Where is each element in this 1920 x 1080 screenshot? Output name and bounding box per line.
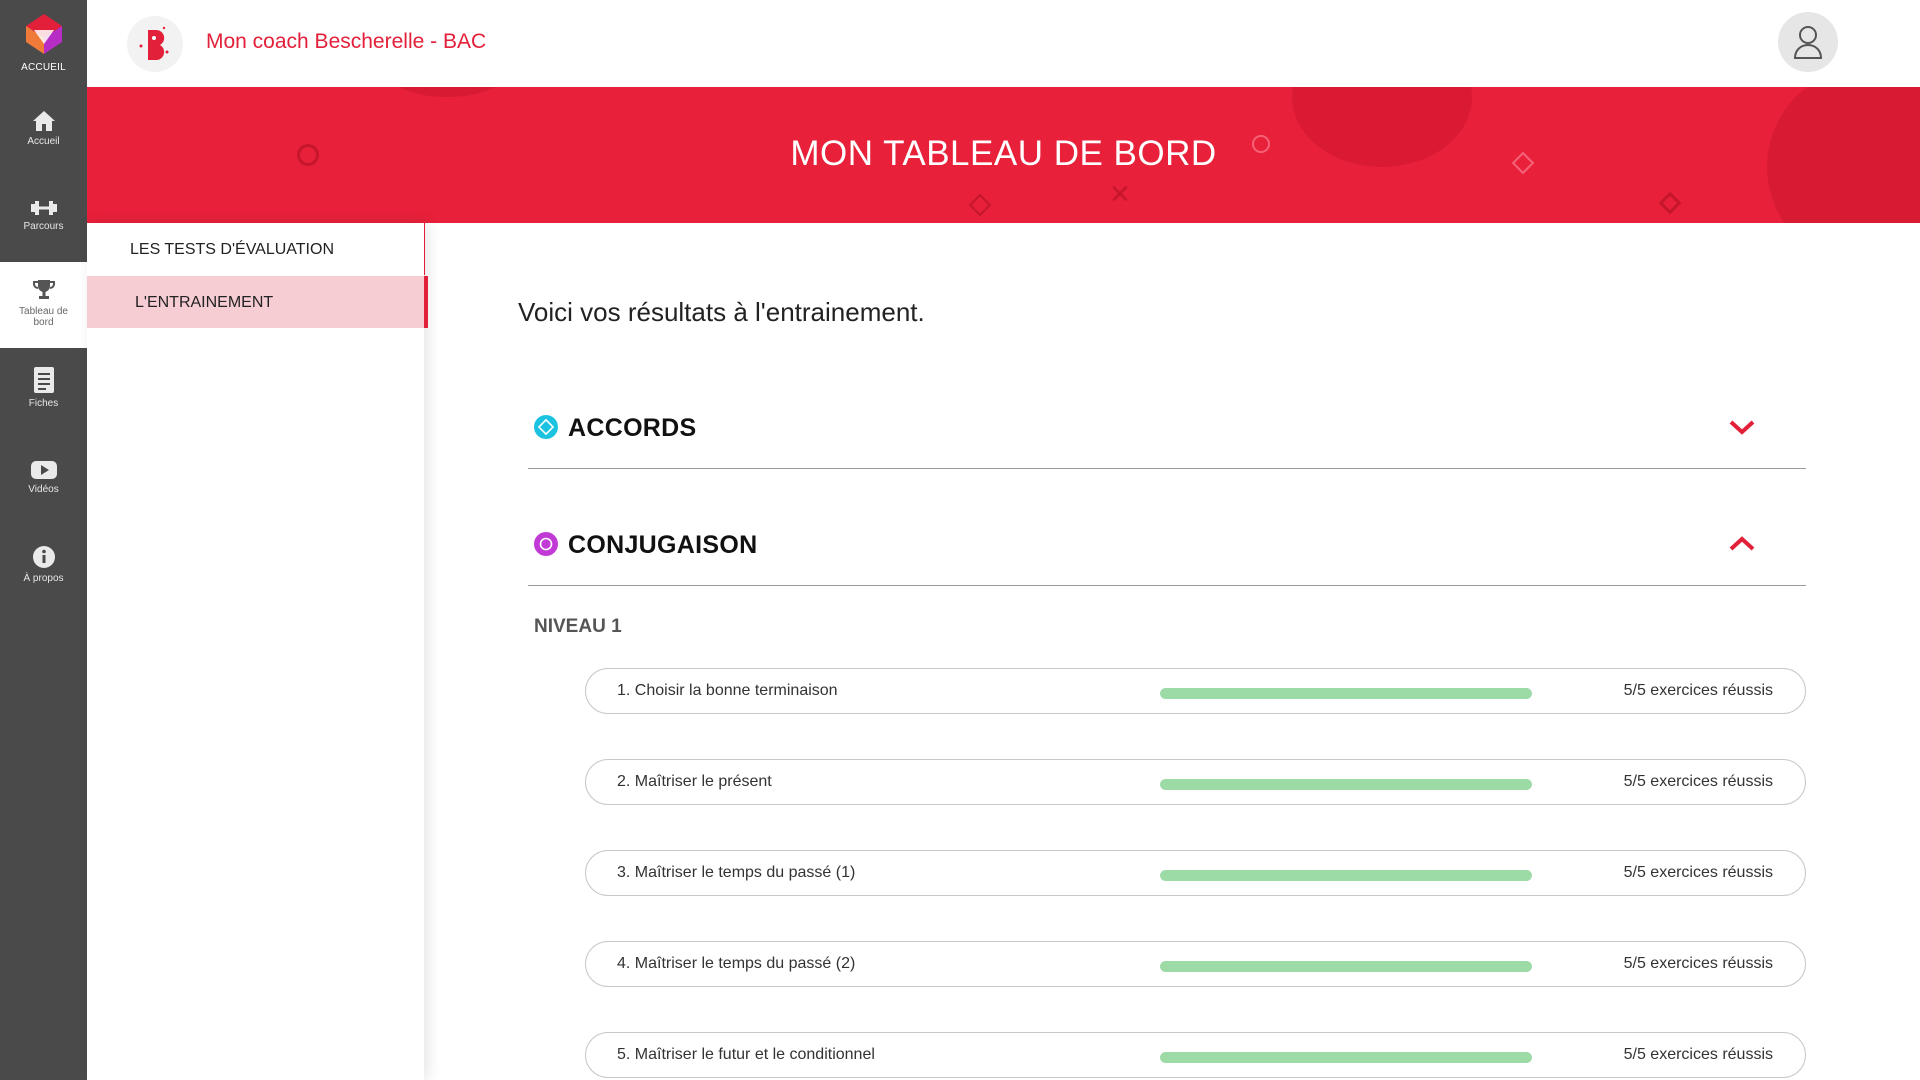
rail-item-label: Accueil — [27, 136, 60, 147]
exercise-row[interactable]: 1. Choisir la bonne terminaison 5/5 exer… — [585, 668, 1806, 714]
menu-item-entrainement[interactable]: L'ENTRAINEMENT — [87, 276, 428, 328]
rail-item-tableau-de-bord[interactable]: Tableau de bord — [0, 262, 87, 348]
accords-diamond-icon — [534, 415, 558, 439]
level-heading: NIVEAU 1 — [534, 616, 622, 637]
page-banner: ✕ MON TABLEAU DE BORD — [87, 87, 1920, 223]
top-header: Mon coach Bescherelle - BAC — [87, 0, 1920, 87]
rail-item-parcours[interactable]: Parcours — [0, 199, 87, 232]
page-title: MON TABLEAU DE BORD — [790, 134, 1217, 173]
rail-item-label: Parcours — [23, 221, 64, 232]
exercise-title: 1. Choisir la bonne terminaison — [617, 682, 838, 699]
exercise-score: 5/5 exercices réussis — [1623, 955, 1773, 972]
exercise-row[interactable]: 4. Maîtriser le temps du passé (2) 5/5 e… — [585, 941, 1806, 987]
chevron-down-icon[interactable] — [1728, 418, 1756, 436]
play-icon — [30, 461, 57, 479]
left-nav-rail: ACCUEIL Accueil Parcours Tableau de bord — [0, 0, 87, 1080]
home-logo-label: ACCUEIL — [21, 62, 66, 73]
exercise-title: 3. Maîtriser le temps du passé (1) — [617, 864, 856, 881]
exercise-title: 2. Maîtriser le présent — [617, 773, 772, 790]
rail-item-accueil[interactable]: Accueil — [0, 110, 87, 147]
dashboard-side-menu: LES TESTS D'ÉVALUATION L'ENTRAINEMENT — [87, 223, 428, 1080]
home-icon — [32, 111, 55, 131]
rail-item-label: Tableau de bord — [19, 306, 68, 328]
rail-item-videos[interactable]: Vidéos — [0, 460, 87, 495]
exercise-score: 5/5 exercices réussis — [1623, 682, 1773, 699]
exercise-title: 5. Maîtriser le futur et le conditionnel — [617, 1046, 875, 1063]
document-icon — [33, 367, 54, 393]
exercise-row[interactable]: 3. Maîtriser le temps du passé (1) 5/5 e… — [585, 850, 1806, 896]
category-accords[interactable]: ACCORDS — [528, 378, 1806, 469]
exercise-row[interactable]: 2. Maîtriser le présent 5/5 exercices ré… — [585, 759, 1806, 805]
app-title: Mon coach Bescherelle - BAC — [206, 30, 487, 53]
menu-item-label: LES TESTS D'ÉVALUATION — [130, 241, 334, 258]
exercise-progress-bar — [1160, 1052, 1532, 1063]
user-avatar-button[interactable] — [1778, 12, 1838, 72]
exercise-progress-bar — [1160, 870, 1532, 881]
exercise-progress-bar — [1160, 688, 1532, 699]
rail-item-label: Vidéos — [28, 484, 59, 495]
home-logo-button[interactable]: ACCUEIL — [0, 0, 87, 88]
rail-item-label: Fiches — [28, 398, 59, 409]
app-logo-icon — [26, 14, 62, 54]
exercise-row[interactable]: 5. Maîtriser le futur et le conditionnel… — [585, 1032, 1806, 1078]
rail-item-label: À propos — [23, 573, 64, 584]
exercise-score: 5/5 exercices réussis — [1623, 864, 1773, 881]
menu-item-tests-evaluation[interactable]: LES TESTS D'ÉVALUATION — [87, 223, 425, 275]
rail-item-fiches[interactable]: Fiches — [0, 366, 87, 409]
exercise-progress-bar — [1160, 779, 1532, 790]
menu-item-label: L'ENTRAINEMENT — [135, 294, 274, 311]
brand-logo[interactable] — [127, 16, 183, 72]
conjugaison-circle-icon — [534, 532, 558, 556]
category-conjugaison[interactable]: CONJUGAISON — [528, 495, 1806, 586]
category-name: ACCORDS — [568, 414, 697, 442]
user-icon — [1793, 26, 1823, 59]
exercise-progress-bar — [1160, 961, 1532, 972]
exercise-score: 5/5 exercices réussis — [1623, 1046, 1773, 1063]
exercise-title: 4. Maîtriser le temps du passé (2) — [617, 955, 856, 972]
info-icon — [32, 546, 55, 568]
exercise-score: 5/5 exercices réussis — [1623, 773, 1773, 790]
dumbbell-icon — [30, 201, 57, 215]
chevron-up-icon[interactable] — [1728, 535, 1756, 553]
rail-item-a-propos[interactable]: À propos — [0, 545, 87, 584]
results-intro-text: Voici vos résultats à l'entrainement. — [518, 297, 925, 327]
bescherelle-logo-icon — [139, 26, 169, 60]
trophy-icon — [32, 280, 55, 299]
category-name: CONJUGAISON — [568, 531, 758, 559]
